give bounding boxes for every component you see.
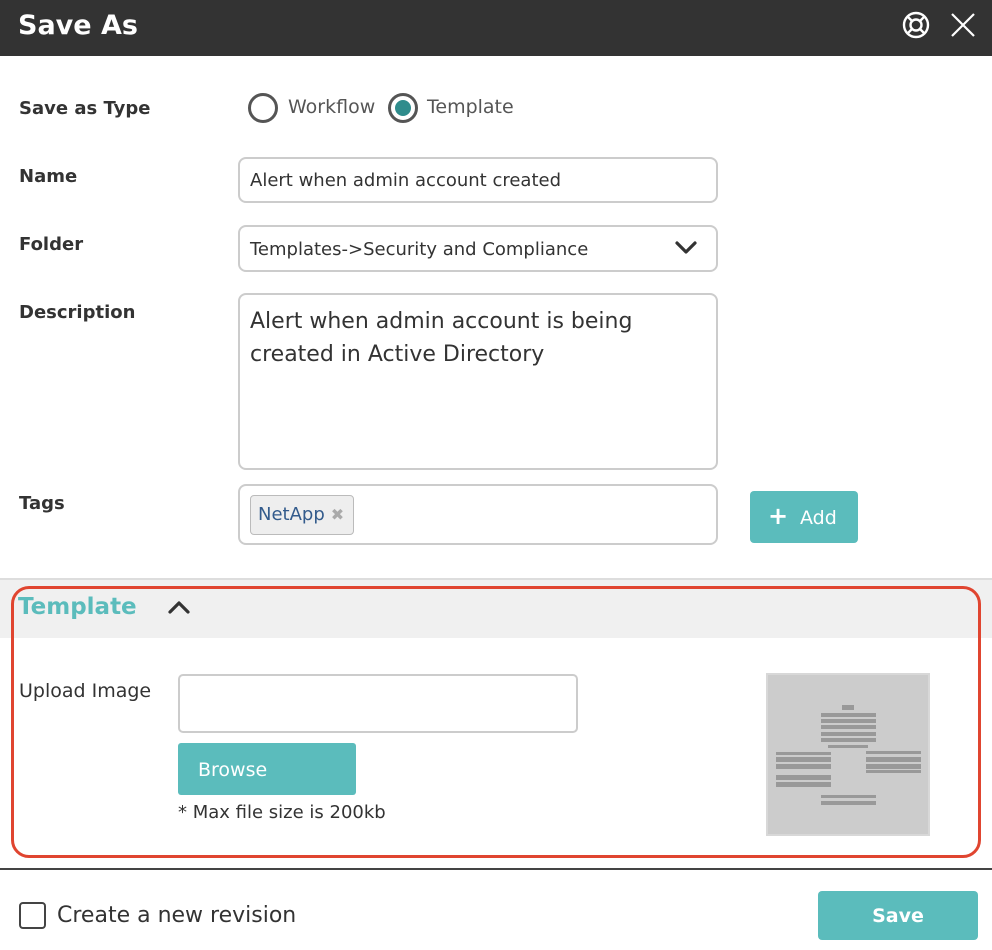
description-textarea[interactable]: Alert when admin account is being create… [238,293,718,470]
add-tag-button[interactable]: + Add [750,491,858,543]
close-x-icon[interactable]: ✖ [331,507,345,523]
chevron-up-icon[interactable] [167,598,191,616]
workflow-diagram-thumbnail-icon [776,705,921,805]
name-input[interactable]: Alert when admin account created [238,157,718,203]
radio-workflow[interactable] [248,93,278,123]
plus-icon: + [768,502,789,530]
radio-workflow-label[interactable]: Workflow [288,96,375,118]
save-button[interactable]: Save [818,891,978,940]
upload-image-label: Upload Image [19,680,152,702]
tags-label: Tags [19,493,65,514]
create-revision-checkbox[interactable] [19,902,46,929]
browse-button-label: Browse [198,759,268,781]
radio-template-label[interactable]: Template [427,96,514,118]
template-section-header[interactable]: Template [0,580,992,638]
create-revision-label[interactable]: Create a new revision [57,903,296,928]
template-section-title: Template [18,594,137,620]
upload-image-input[interactable] [178,674,578,733]
folder-select[interactable]: Templates->Security and Compliance [238,225,718,272]
footer-divider [0,868,992,870]
close-icon[interactable] [949,11,977,39]
folder-label: Folder [19,234,84,255]
lifebuoy-help-icon[interactable] [901,10,931,40]
name-label: Name [19,166,78,187]
template-thumbnail-image [766,673,930,836]
description-label: Description [19,302,136,323]
max-file-size-note: * Max file size is 200kb [178,802,386,823]
folder-select-value: Templates->Security and Compliance [250,239,589,260]
radio-template[interactable] [388,93,418,123]
add-tag-button-label: Add [800,507,837,529]
save-button-label: Save [872,905,924,927]
tags-input[interactable]: NetApp ✖ [238,484,718,545]
tag-chip: NetApp ✖ [250,495,354,535]
dialog-title: Save As [18,10,138,41]
dialog-title-bar: Save As [0,0,992,56]
tag-chip-label: NetApp [258,504,325,525]
chevron-down-icon[interactable] [674,239,698,257]
save-as-type-label: Save as Type [19,98,151,119]
browse-button[interactable]: Browse [178,743,356,795]
